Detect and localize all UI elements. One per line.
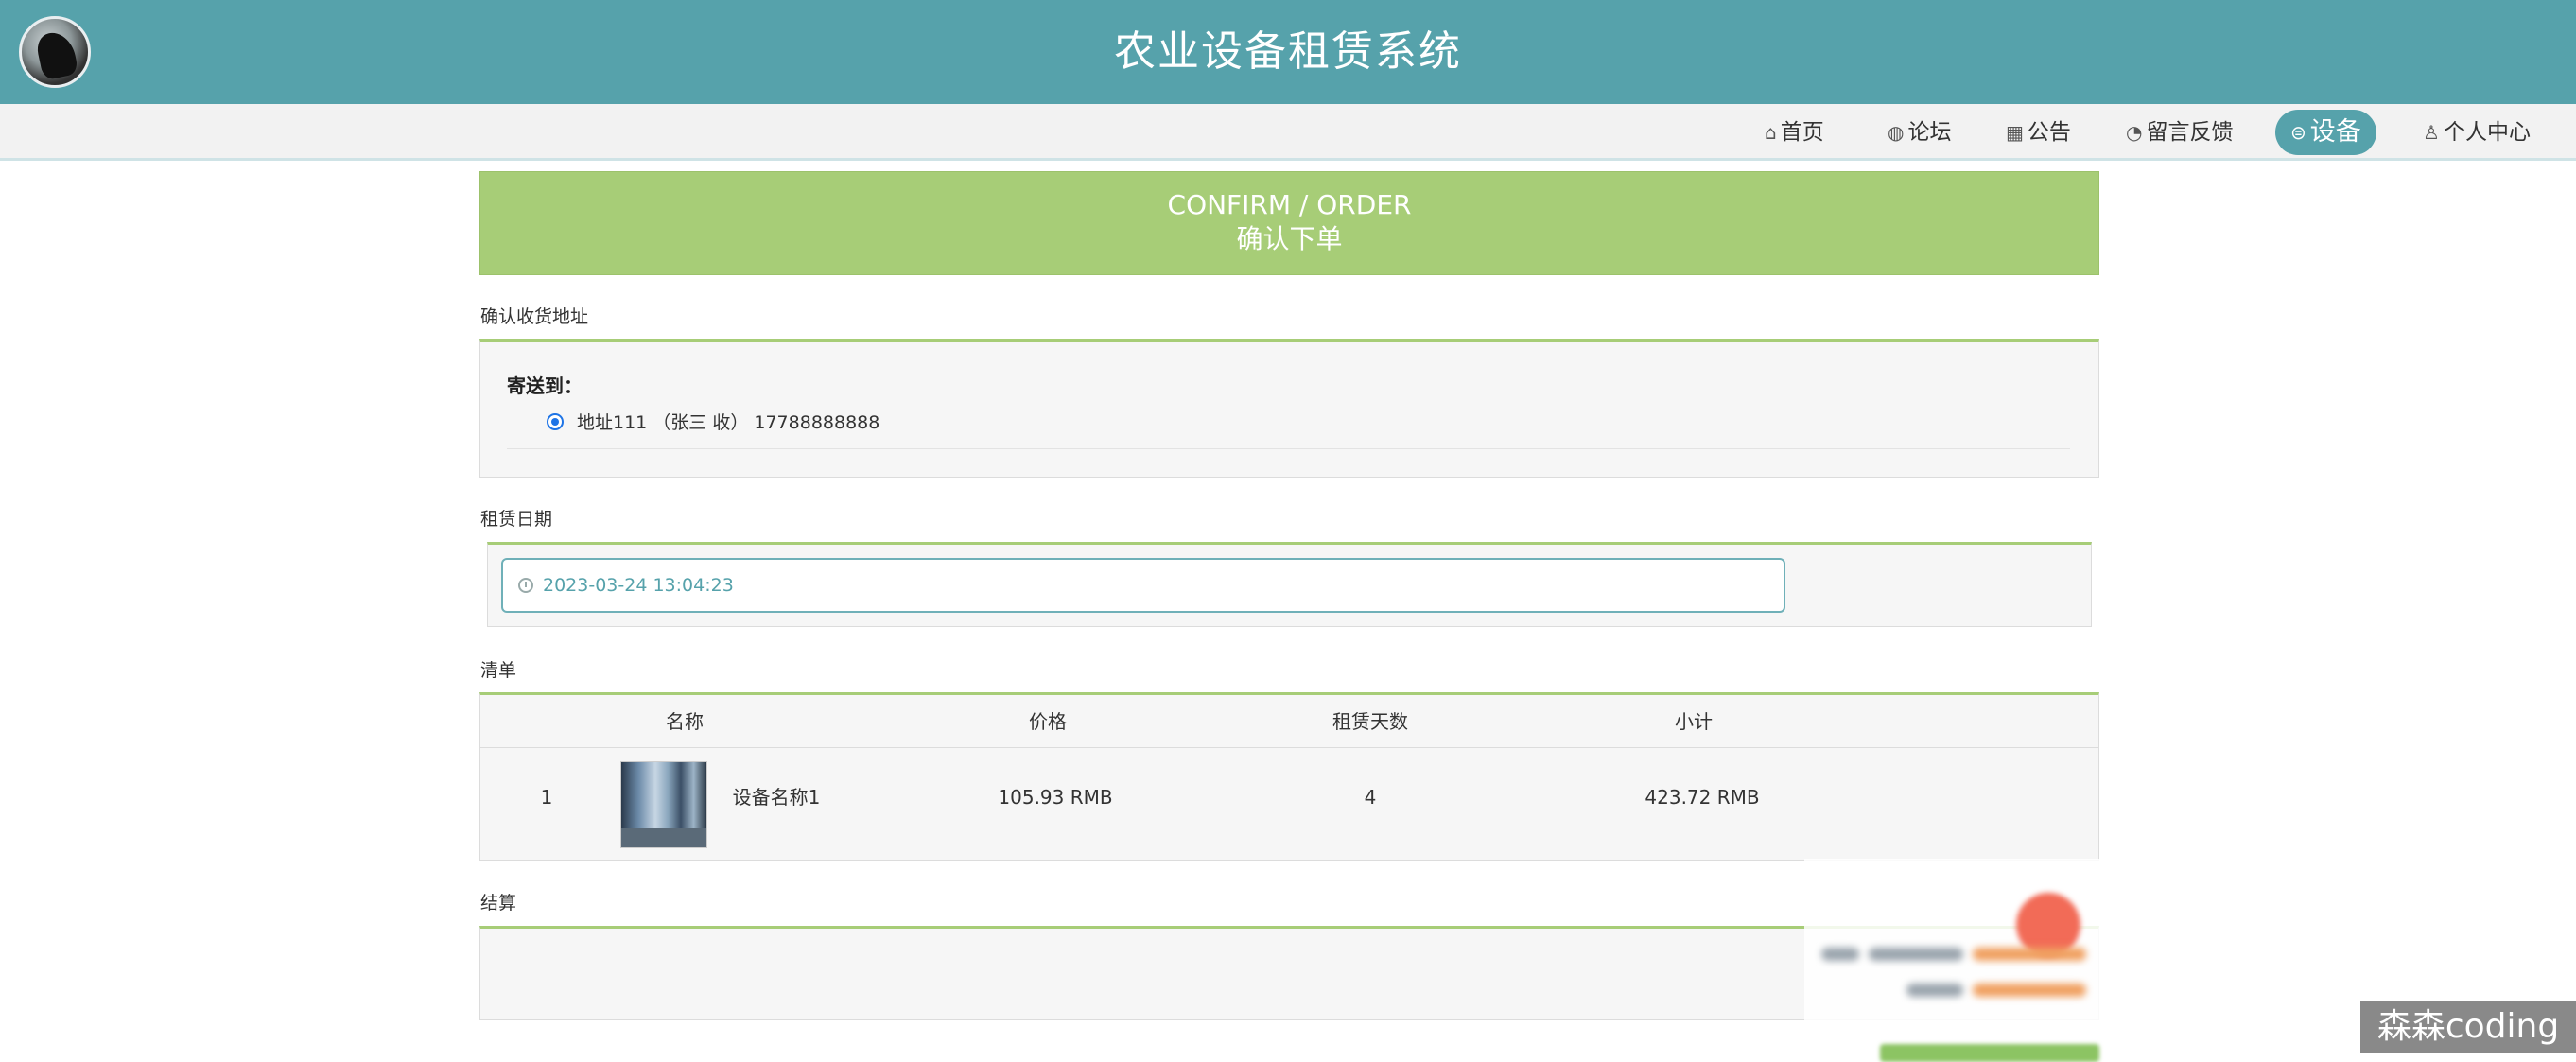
blurred-text	[1973, 984, 2086, 997]
home-icon: ⌂	[1765, 121, 1777, 144]
rental-date-value: 2023-03-24 13:04:23	[543, 575, 734, 596]
banner-title-cn: 确认下单	[1236, 223, 1343, 254]
rental-date-section-title: 租赁日期	[480, 509, 553, 530]
notice-icon: ▦	[2006, 121, 2024, 144]
settlement-section-title: 结算	[480, 893, 517, 914]
nav-label: 论坛	[1907, 120, 1952, 145]
clock-icon	[518, 578, 533, 593]
nav-item-forum[interactable]: ◍ 论坛	[1888, 110, 1951, 155]
header-bar: 农业设备租赁系统	[0, 0, 2576, 104]
nav-label: 公告	[2027, 120, 2071, 145]
nav-item-notice[interactable]: ▦ 公告	[2006, 110, 2071, 155]
device-icon: ⊜	[2290, 121, 2306, 144]
confirm-order-banner: CONFIRM / ORDER 确认下单	[479, 171, 2099, 275]
nav-label: 留言反馈	[2146, 120, 2234, 145]
address-radio[interactable]	[547, 412, 564, 430]
ship-to-label: 寄送到：	[507, 374, 583, 397]
nav-item-profile[interactable]: ♙ 个人中心	[2423, 110, 2531, 155]
nav-item-feedback[interactable]: ◔ 留言反馈	[2126, 110, 2233, 155]
divider	[507, 448, 2070, 449]
nav-label: 设备	[2309, 117, 2361, 147]
site-title: 农业设备租赁系统	[1114, 27, 1462, 76]
column-header-name: 名称	[666, 710, 704, 733]
nav-item-device[interactable]: ⊜ 设备	[2275, 110, 2376, 155]
address-panel: 寄送到： 地址111 （张三 收） 17788888888	[479, 339, 2099, 478]
device-name[interactable]: 设备名称1	[733, 752, 821, 843]
speedometer-icon: ◔	[2126, 121, 2143, 144]
device-thumbnail[interactable]	[620, 761, 707, 848]
row-subtotal: 423.72 RMB	[1645, 786, 1760, 809]
nav-bar: ⌂ 首页 ◍ 论坛 ▦ 公告 ◔ 留言反馈 ⊜ 设备 ♙ 个人中心	[0, 104, 2576, 161]
rental-date-input[interactable]: 2023-03-24 13:04:23	[501, 558, 1785, 613]
column-header-price: 价格	[1029, 710, 1067, 733]
submit-order-button[interactable]	[1880, 1044, 2099, 1062]
watermark: 森森coding	[2360, 1001, 2576, 1053]
rental-days: 4	[1364, 786, 1377, 809]
address-section-title: 确认收货地址	[480, 306, 589, 327]
row-index: 1	[540, 786, 553, 809]
table-header: 名称 价格 租赁天数 小计	[480, 695, 2098, 748]
blurred-text	[1906, 984, 1963, 997]
blurred-text	[1973, 948, 2086, 961]
order-list-table: 名称 价格 租赁天数 小计 1 设备名称1 105.93 RMB 4 423.7…	[479, 692, 2099, 861]
address-option[interactable]: 地址111 （张三 收） 17788888888	[547, 409, 879, 434]
blurred-text	[1869, 948, 1963, 961]
user-icon: ♙	[2423, 121, 2440, 144]
device-price: 105.93 RMB	[998, 786, 1113, 809]
column-header-subtotal: 小计	[1675, 710, 1713, 733]
rental-date-panel: 2023-03-24 13:04:23	[487, 542, 2092, 627]
globe-icon: ◍	[1888, 121, 1905, 144]
nav-label: 首页	[1780, 120, 1824, 145]
column-header-days: 租赁天数	[1332, 710, 1408, 733]
nav-label: 个人中心	[2443, 120, 2531, 145]
blurred-text	[1821, 948, 1859, 961]
banner-title-en: CONFIRM / ORDER	[1167, 189, 1412, 220]
address-text: 地址111 （张三 收） 17788888888	[577, 412, 880, 433]
order-list-section-title: 清单	[480, 660, 517, 681]
nav-item-home[interactable]: ⌂ 首页	[1765, 110, 1824, 155]
